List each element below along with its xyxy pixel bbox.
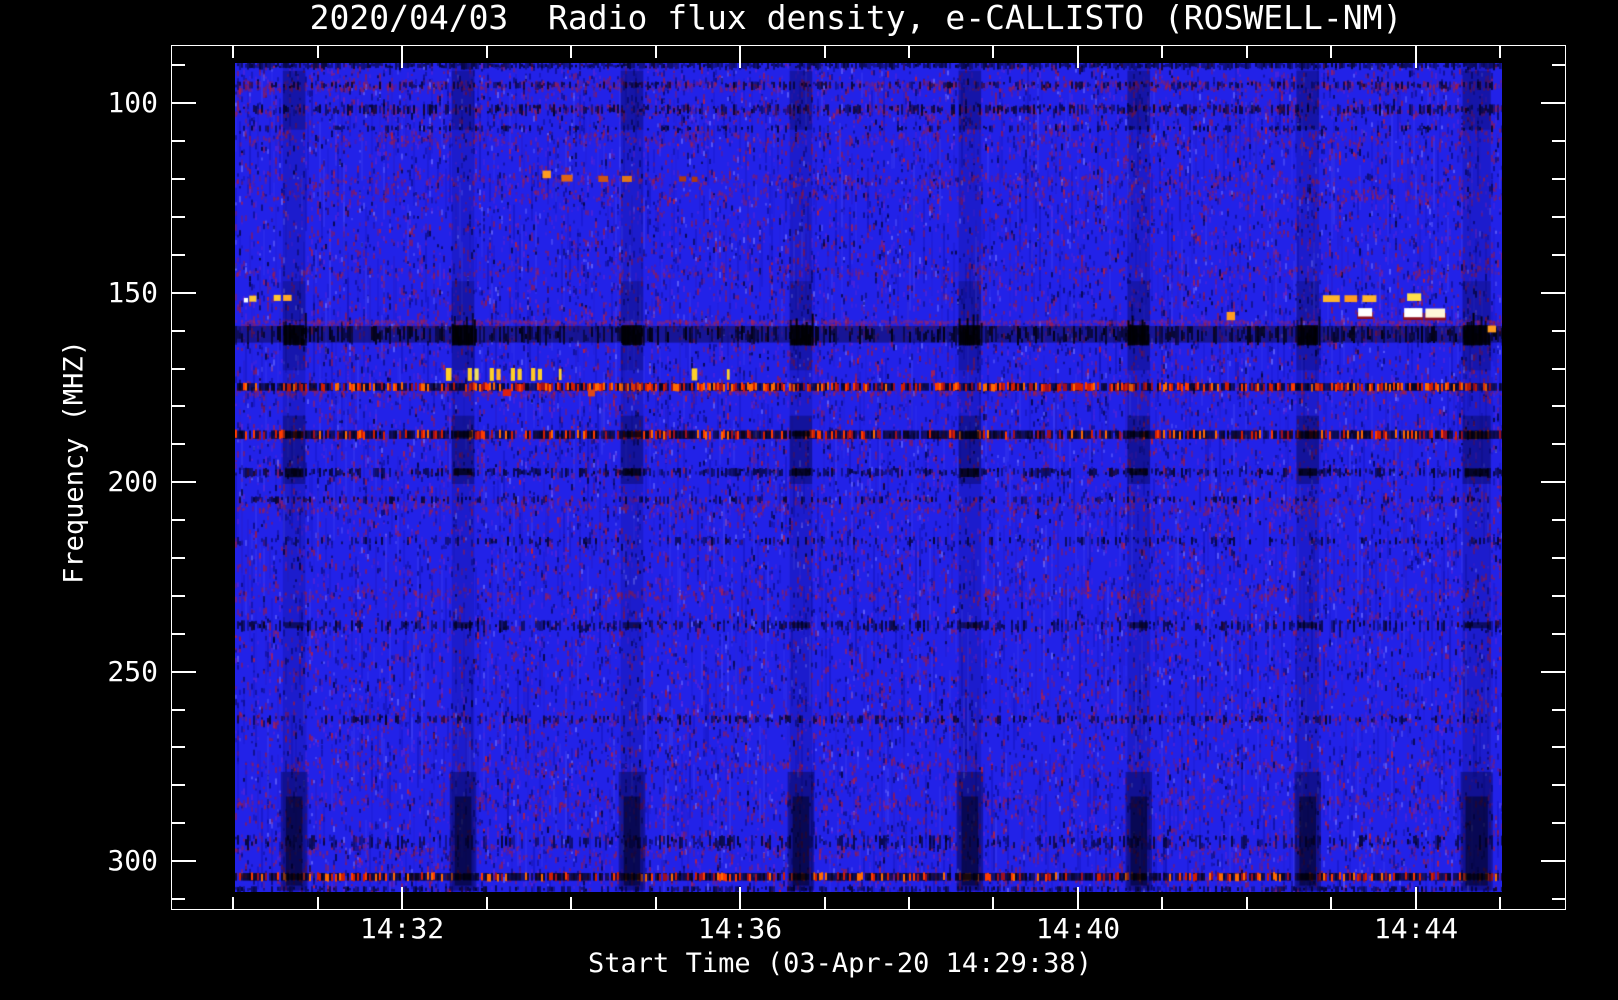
x-minor-tick	[824, 897, 826, 909]
y-major-tick	[1541, 671, 1565, 673]
y-minor-tick	[172, 595, 185, 597]
y-minor-tick	[1552, 368, 1565, 370]
x-minor-tick	[1161, 897, 1163, 909]
y-minor-tick	[1552, 746, 1565, 748]
x-tick-label: 14:32	[359, 912, 445, 945]
x-minor-tick	[655, 46, 657, 58]
y-minor-tick	[1552, 784, 1565, 786]
x-minor-tick	[655, 897, 657, 909]
y-major-tick	[1541, 292, 1565, 294]
y-minor-tick	[1552, 178, 1565, 180]
y-minor-tick	[1552, 519, 1565, 521]
x-minor-tick	[1246, 46, 1248, 58]
spectrogram-figure: 2020/04/03 Radio flux density, e-CALLIST…	[0, 0, 1618, 1000]
x-major-tick	[401, 46, 403, 68]
y-minor-tick	[172, 216, 185, 218]
y-minor-tick	[1552, 140, 1565, 142]
y-minor-tick	[172, 746, 185, 748]
x-major-tick	[1077, 46, 1079, 68]
x-minor-tick	[1499, 46, 1501, 58]
y-minor-tick	[1552, 633, 1565, 635]
x-minor-tick	[486, 46, 488, 58]
x-minor-tick	[992, 46, 994, 58]
spectrogram-image	[235, 63, 1502, 892]
x-minor-tick	[232, 46, 234, 58]
x-minor-tick	[1330, 897, 1332, 909]
y-major-tick	[1541, 860, 1565, 862]
y-minor-tick	[172, 822, 185, 824]
y-minor-tick	[1552, 557, 1565, 559]
y-major-tick	[1541, 102, 1565, 104]
y-major-tick	[172, 481, 196, 483]
x-minor-tick	[1161, 46, 1163, 58]
x-minor-tick	[317, 897, 319, 909]
y-minor-tick	[172, 709, 185, 711]
y-minor-tick	[1552, 898, 1565, 900]
y-axis-label: Frequency (MHZ)	[58, 340, 90, 584]
y-minor-tick	[172, 633, 185, 635]
y-minor-tick	[1552, 254, 1565, 256]
y-minor-tick	[172, 368, 185, 370]
x-major-tick	[1415, 46, 1417, 68]
x-minor-tick	[570, 46, 572, 58]
x-minor-tick	[232, 897, 234, 909]
y-minor-tick	[172, 64, 185, 66]
y-minor-tick	[1552, 443, 1565, 445]
y-major-tick	[172, 102, 196, 104]
y-major-tick	[172, 292, 196, 294]
y-minor-tick	[1552, 330, 1565, 332]
chart-title: 2020/04/03 Radio flux density, e-CALLIST…	[309, 0, 1403, 37]
x-tick-label: 14:40	[1035, 912, 1121, 945]
x-minor-tick	[908, 46, 910, 58]
x-minor-tick	[486, 897, 488, 909]
y-tick-label: 150	[107, 276, 158, 309]
y-minor-tick	[1552, 709, 1565, 711]
x-major-tick	[401, 887, 403, 909]
y-minor-tick	[1552, 405, 1565, 407]
y-minor-tick	[172, 178, 185, 180]
y-minor-tick	[172, 519, 185, 521]
x-minor-tick	[317, 46, 319, 58]
y-major-tick	[1541, 481, 1565, 483]
x-minor-tick	[992, 897, 994, 909]
y-major-tick	[172, 860, 196, 862]
x-minor-tick	[1330, 46, 1332, 58]
y-major-tick	[172, 671, 196, 673]
x-major-tick	[1077, 887, 1079, 909]
y-minor-tick	[1552, 216, 1565, 218]
y-minor-tick	[172, 405, 185, 407]
x-minor-tick	[908, 897, 910, 909]
plot-frame	[171, 45, 1566, 910]
y-tick-label: 100	[107, 86, 158, 119]
x-minor-tick	[1246, 897, 1248, 909]
y-minor-tick	[172, 140, 185, 142]
y-minor-tick	[1552, 822, 1565, 824]
x-major-tick	[739, 887, 741, 909]
x-minor-tick	[570, 897, 572, 909]
y-minor-tick	[172, 898, 185, 900]
y-minor-tick	[172, 443, 185, 445]
x-major-tick	[1415, 887, 1417, 909]
x-axis-label: Start Time (03-Apr-20 14:29:38)	[588, 948, 1092, 979]
x-minor-tick	[1499, 897, 1501, 909]
y-minor-tick	[1552, 64, 1565, 66]
y-minor-tick	[172, 557, 185, 559]
x-major-tick	[739, 46, 741, 68]
y-minor-tick	[172, 254, 185, 256]
y-minor-tick	[172, 784, 185, 786]
x-tick-label: 14:36	[697, 912, 783, 945]
x-tick-label: 14:44	[1373, 912, 1459, 945]
x-minor-tick	[824, 46, 826, 58]
y-minor-tick	[172, 330, 185, 332]
y-tick-label: 300	[107, 844, 158, 877]
y-tick-label: 250	[107, 655, 158, 688]
y-minor-tick	[1552, 595, 1565, 597]
